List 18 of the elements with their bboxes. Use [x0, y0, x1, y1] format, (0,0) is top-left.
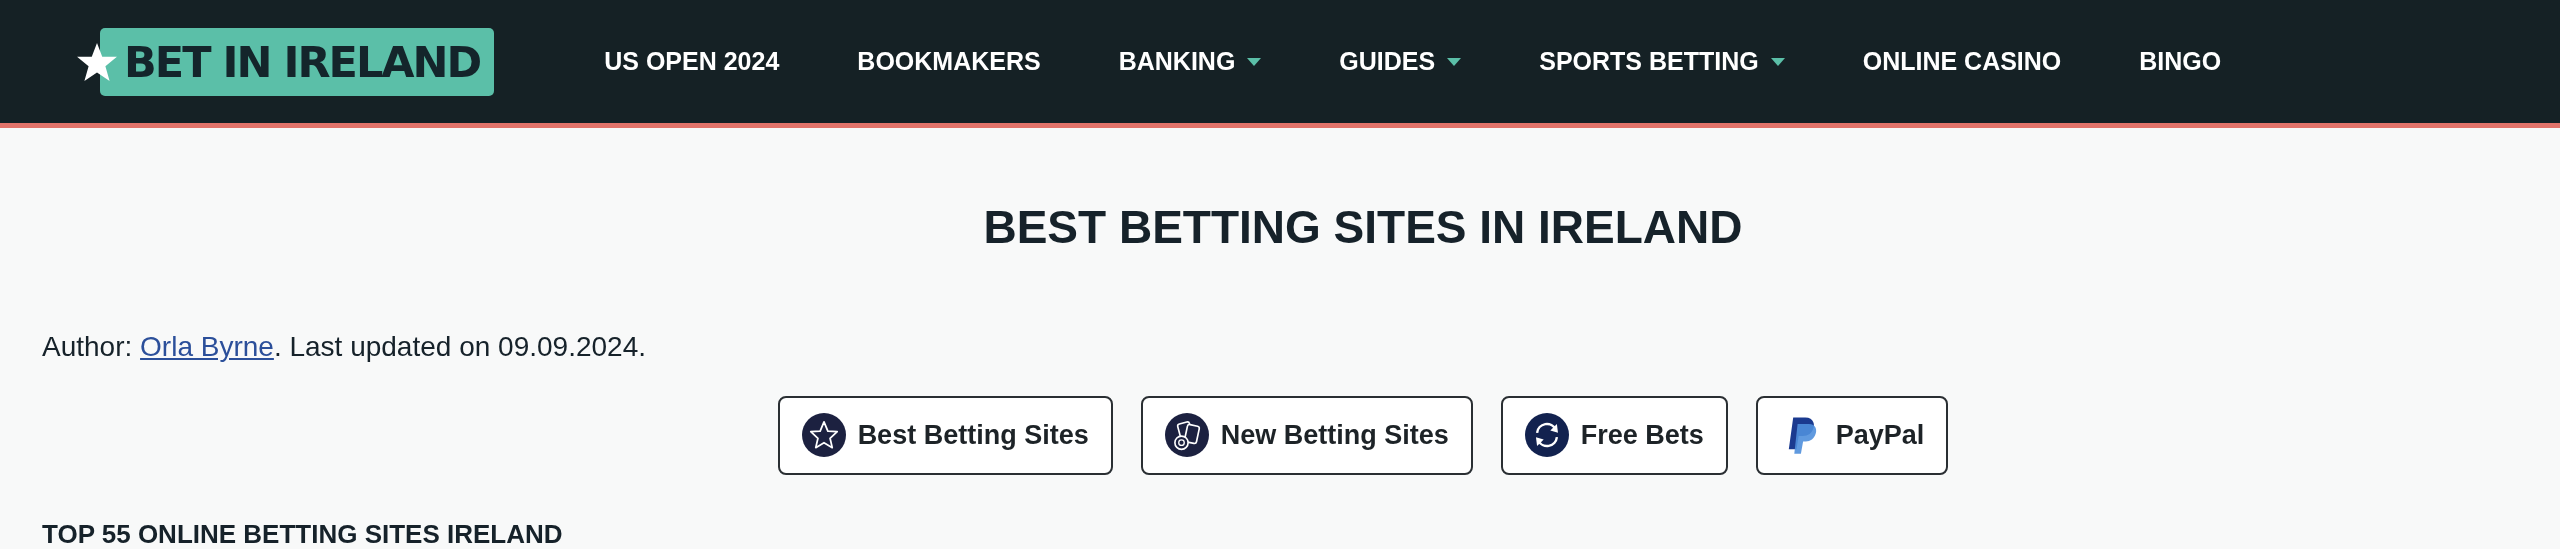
site-logo[interactable]: BET IN IRELAND	[100, 27, 495, 96]
page-title: BEST BETTING SITES IN IRELAND	[982, 204, 1744, 250]
nav-link[interactable]: SPORTS BETTING	[1539, 47, 1785, 76]
quick-link-button[interactable]: PayPal	[1755, 395, 1949, 475]
nav-link[interactable]: GUIDES	[1339, 47, 1462, 76]
nav-link[interactable]: US OPEN 2024	[604, 47, 780, 76]
quick-link-button[interactable]: Best Betting Sites	[777, 395, 1113, 475]
author-link[interactable]: Orla Byrne	[140, 331, 274, 362]
refresh-icon	[1524, 413, 1569, 458]
quick-link-button[interactable]: Free Bets	[1500, 395, 1728, 475]
section-heading: TOP 55 ONLINE BETTING SITES IRELAND	[42, 520, 564, 547]
quick-link-button[interactable]: New Betting Sites	[1140, 395, 1473, 475]
nav-link[interactable]: BANKING	[1118, 47, 1262, 76]
nav-link[interactable]: BINGO	[2139, 47, 2222, 76]
byline-text: Author: Orla Byrne. Last updated on 09.09.2024.	[42, 330, 647, 364]
nav-link[interactable]: ONLINE CASINO	[1862, 47, 2062, 76]
nav-link[interactable]: BOOKMAKERS	[857, 47, 1041, 76]
playing-cards-icon	[1164, 413, 1209, 458]
